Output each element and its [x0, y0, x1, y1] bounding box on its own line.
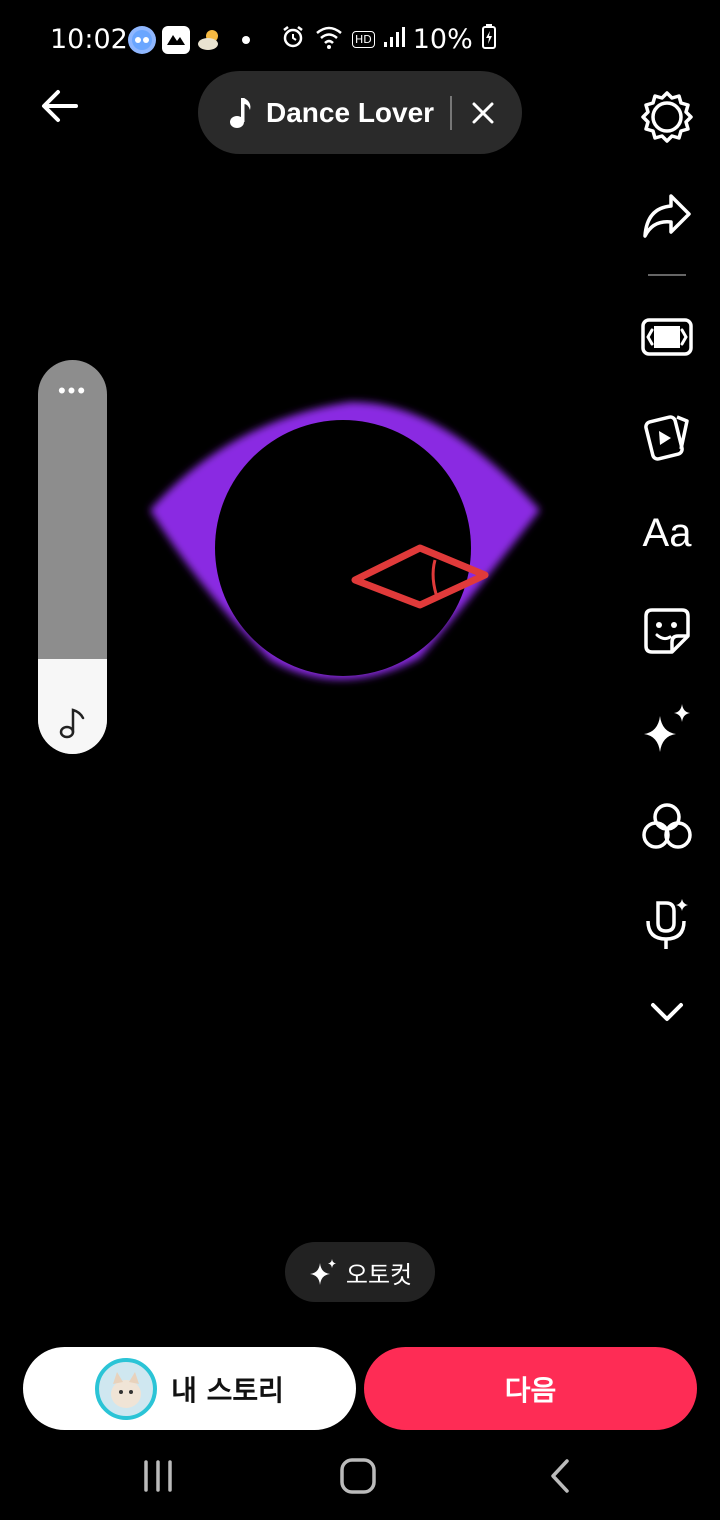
system-navigation-bar — [0, 1440, 720, 1520]
more-notifications-dot — [242, 36, 250, 44]
music-title: Dance Lover — [266, 96, 435, 128]
recent-apps-button[interactable] — [128, 1454, 188, 1498]
text-button[interactable]: Aa — [640, 506, 694, 560]
volume-options-dots[interactable]: ••• — [38, 380, 107, 402]
share-button[interactable] — [640, 188, 694, 242]
system-back-button[interactable] — [530, 1454, 590, 1498]
close-icon — [472, 102, 494, 123]
effects-icon — [644, 704, 690, 752]
back-arrow-icon — [42, 90, 78, 122]
voice-effect-icon — [646, 899, 688, 949]
music-note-icon — [230, 97, 251, 128]
signal-icon — [383, 25, 405, 54]
system-status-icons: HD 10% — [280, 24, 497, 55]
story-canvas-drawing — [150, 401, 540, 680]
effects-button[interactable] — [640, 702, 694, 756]
next-label: 다음 — [504, 1373, 557, 1407]
app-notification-icon — [162, 26, 190, 54]
back-button[interactable] — [34, 80, 86, 132]
app-notification-icon — [128, 26, 156, 54]
music-note-icon — [59, 708, 85, 739]
video-clips-button[interactable] — [640, 408, 694, 462]
more-chevron-icon — [651, 1003, 683, 1021]
my-story-button[interactable]: 내 스토리 — [23, 1347, 356, 1430]
weather-icon — [196, 26, 224, 54]
music-divider — [450, 95, 453, 130]
filters-button[interactable] — [640, 800, 694, 854]
avatar — [95, 1357, 158, 1420]
recent-apps-icon — [144, 1460, 172, 1492]
next-button[interactable]: 다음 — [364, 1347, 697, 1430]
status-time: 10:02 — [50, 24, 128, 55]
voice-effect-button[interactable] — [640, 898, 694, 952]
selected-music-pill[interactable]: Dance Lover — [198, 71, 522, 154]
share-icon — [643, 194, 691, 238]
battery-charging-icon — [481, 24, 497, 55]
music-volume-slider[interactable]: ••• — [38, 360, 107, 754]
toolbar-divider — [648, 274, 686, 276]
notification-icons — [128, 26, 250, 54]
autocut-button[interactable]: 오토컷 — [285, 1242, 435, 1302]
filters-icon — [642, 803, 692, 849]
my-story-label: 내 스토리 — [171, 1373, 284, 1407]
chevron-left-icon — [551, 1459, 569, 1493]
aspect-ratio-button[interactable] — [640, 310, 694, 364]
autocut-label: 오토컷 — [345, 1260, 413, 1289]
aspect-ratio-icon — [641, 318, 693, 356]
sticker-button[interactable] — [640, 604, 694, 658]
sticker-icon — [644, 608, 690, 654]
text-icon: Aa — [642, 510, 692, 555]
hd-voice-badge: HD — [352, 31, 375, 48]
video-clips-icon — [644, 415, 689, 461]
wifi-icon — [314, 24, 344, 55]
sparkle-icon — [309, 1259, 336, 1285]
alarm-icon — [280, 24, 306, 55]
avatar-image — [101, 1363, 152, 1414]
story-editor-screen: 10:02 HD 10% Dance Lover Aa ••• 오토컷 내 스토… — [0, 0, 720, 1520]
remove-music-button[interactable] — [468, 98, 498, 128]
settings-button[interactable] — [640, 90, 694, 144]
settings-icon — [641, 91, 693, 143]
more-tools-button[interactable] — [640, 984, 694, 1038]
home-icon — [340, 1458, 376, 1494]
home-button[interactable] — [328, 1454, 388, 1498]
battery-percent: 10% — [412, 24, 473, 55]
